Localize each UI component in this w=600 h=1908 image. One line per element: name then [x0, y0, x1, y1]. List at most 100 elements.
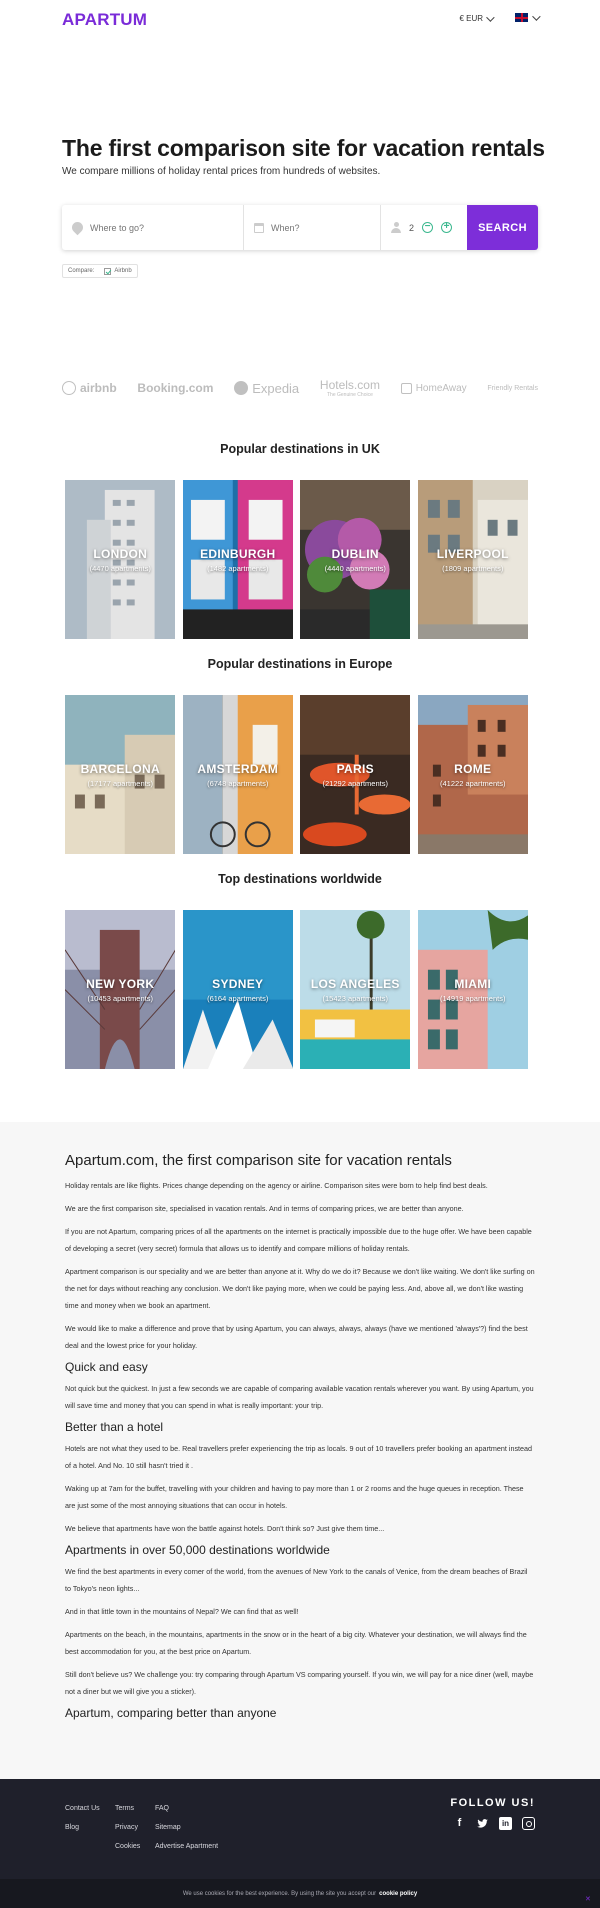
apartment-count: (6164 apartments) [207, 994, 269, 1003]
footer-link-cookies[interactable]: Cookies [115, 1837, 140, 1856]
compare-option-label: Airbnb [114, 268, 132, 274]
about-title: Apartum.com, the first comparison site f… [65, 1152, 452, 1169]
friendly-rentals-logo: Friendly Rentals [487, 385, 538, 392]
about-paragraph: Still don't believe us? We challenge you… [65, 1670, 534, 1696]
close-icon[interactable]: ✕ [585, 1895, 592, 1903]
footer-col-1: Contact Us Blog [65, 1799, 100, 1837]
follow-us-heading: FOLLOW US! [450, 1797, 535, 1809]
destination-card-dublin[interactable]: DUBLIN (4440 apartments) [300, 480, 411, 640]
linkedin-icon[interactable]: in [499, 1817, 512, 1830]
twitter-icon[interactable] [476, 1817, 489, 1830]
compare-airbnb-checkbox[interactable]: Airbnb [104, 267, 132, 275]
about-paragraph: Apartments on the beach, in the mountain… [65, 1630, 527, 1656]
calendar-icon [254, 222, 264, 233]
destination-card-los-angeles[interactable]: LOS ANGELES (15423 apartments) [300, 910, 411, 1070]
destinations-grid-europe: BARCELONA (17177 apartments) AMSTERDAM (… [65, 695, 528, 855]
apartment-count: (6748 apartments) [207, 779, 269, 788]
when-input[interactable] [271, 222, 371, 233]
destination-card-rome[interactable]: ROME (41222 apartments) [417, 695, 529, 855]
about-paragraph: Not quick but the quickest. In just a fe… [65, 1384, 534, 1410]
instagram-icon[interactable] [522, 1817, 535, 1830]
apartment-count: (17177 apartments) [87, 779, 153, 788]
destinations-grid-uk: LONDON (4470 apartments) EDINBURGH (1482… [65, 480, 528, 640]
section-title-europe: Popular destinations in Europe [207, 657, 393, 671]
person-icon [391, 222, 401, 233]
destination-card-london[interactable]: LONDON (4470 apartments) [65, 480, 176, 640]
footer-link-privacy[interactable]: Privacy [115, 1818, 140, 1837]
chevron-down-icon [486, 12, 495, 22]
footer-link-contact[interactable]: Contact Us [65, 1799, 100, 1818]
currency-selector[interactable]: € EUR [459, 12, 495, 23]
footer-col-2: Terms Privacy Cookies [115, 1799, 140, 1856]
footer: Contact Us Blog Terms Privacy Cookies FA… [0, 1779, 600, 1879]
partner-name: airbnb [80, 381, 117, 395]
destination-card-sydney[interactable]: SYDNEY (6164 apartments) [182, 910, 294, 1070]
cookie-text: We use cookies for the best experience. … [182, 1890, 377, 1897]
guests-count: 2 [409, 222, 415, 233]
about-paragraph: Apartment comparison is our speciality a… [65, 1267, 535, 1310]
partner-name: Booking.com [137, 381, 214, 395]
city-name: LIVERPOOL [436, 547, 509, 561]
expedia-logo: Expedia [234, 381, 299, 396]
increase-guests-button[interactable]: + [441, 222, 453, 233]
footer-link-blog[interactable]: Blog [65, 1818, 100, 1837]
destination-card-amsterdam[interactable]: AMSTERDAM (6748 apartments) [182, 695, 294, 855]
compare-label: Compare: [68, 268, 95, 274]
apartment-count: (4470 apartments) [89, 564, 151, 573]
destination-card-paris[interactable]: PARIS (21292 apartments) [300, 695, 411, 855]
compare-filter: Compare: Airbnb [62, 264, 138, 278]
search-bar: 2 − + SEARCH [62, 205, 538, 250]
apartment-count: (4440 apartments) [324, 564, 386, 573]
logo[interactable]: APARTUM [62, 10, 147, 30]
apartment-count: (15423 apartments) [322, 994, 388, 1003]
partner-name: Expedia [252, 380, 300, 396]
about-paragraph: We find the best apartments in every cor… [65, 1567, 528, 1593]
destination-card-edinburgh[interactable]: EDINBURGH (1482 apartments) [182, 480, 294, 640]
search-button[interactable]: SEARCH [467, 205, 538, 250]
language-selector[interactable] [515, 11, 541, 22]
about-paragraph: We would like to make a difference and p… [65, 1324, 528, 1350]
when-field[interactable] [244, 205, 381, 250]
currency-label: € EUR [459, 14, 483, 23]
city-name: MIAMI [454, 977, 492, 991]
apartment-count: (1482 apartments) [207, 564, 269, 573]
destination-card-liverpool[interactable]: LIVERPOOL (1809 apartments) [417, 480, 529, 640]
globe-icon [234, 381, 249, 395]
booking-logo: Booking.com [137, 381, 213, 395]
about-paragraph: We believe that apartments have won the … [65, 1524, 385, 1533]
city-name: DUBLIN [331, 547, 379, 561]
chevron-down-icon [532, 11, 541, 21]
footer-link-advertise[interactable]: Advertise Apartment [155, 1837, 218, 1856]
about-paragraph: And in that little town in the mountains… [65, 1607, 299, 1616]
decrease-guests-button[interactable]: − [422, 222, 434, 233]
apartment-count: (21292 apartments) [322, 779, 388, 788]
city-name: LOS ANGELES [310, 977, 400, 991]
footer-link-terms[interactable]: Terms [115, 1799, 140, 1818]
heading-better-than-hotel: Better than a hotel [65, 1420, 164, 1434]
cookie-banner: We use cookies for the best experience. … [0, 1879, 600, 1908]
uk-flag-icon [515, 13, 528, 22]
apartment-count: (10453 apartments) [87, 994, 153, 1003]
heading-closing: Apartum, comparing better than anyone [65, 1706, 277, 1720]
cookie-policy-link[interactable]: cookie policy [379, 1891, 417, 1897]
destination-card-new-york[interactable]: NEW YORK (10453 apartments) [65, 910, 176, 1070]
about-paragraph: Holiday rentals are like flights. Prices… [65, 1181, 488, 1190]
facebook-icon[interactable]: f [453, 1817, 466, 1830]
airbnb-logo: airbnb [62, 381, 117, 395]
footer-link-sitemap[interactable]: Sitemap [155, 1818, 218, 1837]
where-field[interactable] [62, 205, 244, 250]
destination-card-barcelona[interactable]: BARCELONA (17177 apartments) [65, 695, 176, 855]
partner-name: Friendly Rentals [487, 384, 538, 392]
section-title-worldwide: Top destinations worldwide [218, 872, 382, 886]
where-input[interactable] [90, 222, 220, 233]
city-name: NEW YORK [86, 977, 155, 991]
section-title-uk: Popular destinations in UK [220, 442, 380, 456]
apartment-count: (41222 apartments) [440, 779, 506, 788]
airbnb-icon [62, 381, 76, 395]
top-bar: APARTUM € EUR [0, 0, 600, 42]
hero-title: The first comparison site for vacation r… [62, 135, 545, 161]
city-name: AMSTERDAM [197, 762, 279, 776]
apartment-count: (1809 apartments) [442, 564, 504, 573]
footer-link-faq[interactable]: FAQ [155, 1799, 218, 1818]
destination-card-miami[interactable]: MIAMI (14919 apartments) [417, 910, 529, 1070]
